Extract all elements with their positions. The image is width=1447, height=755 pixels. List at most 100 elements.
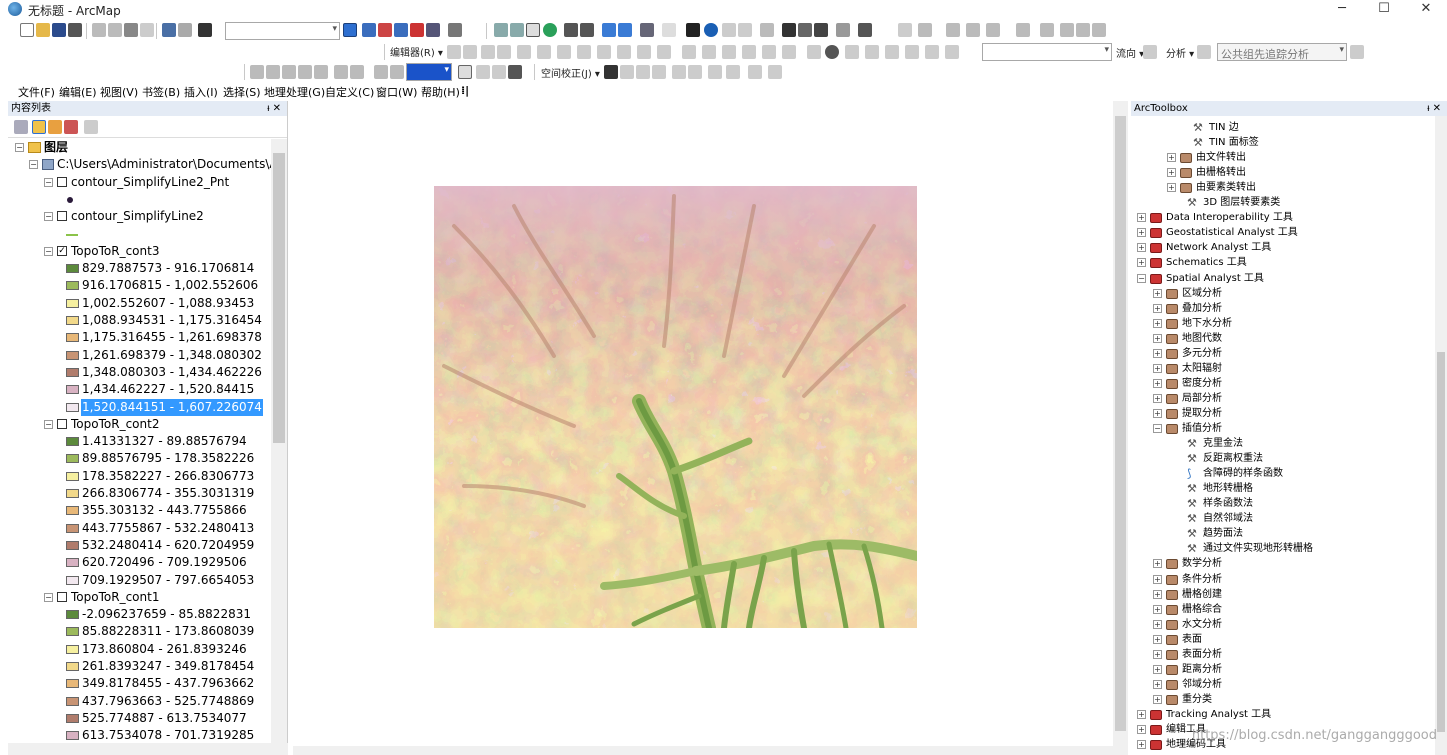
vertex-icon[interactable] bbox=[722, 45, 736, 59]
expand-toggle-icon[interactable]: + bbox=[1167, 183, 1176, 193]
trace-solver-icon[interactable] bbox=[1197, 45, 1211, 59]
layer-row[interactable]: − ✓ TopoToR_cont3 bbox=[8, 243, 268, 260]
fill-color-combo[interactable]: ▾ bbox=[406, 63, 452, 81]
new-limited-adjust-icon[interactable] bbox=[688, 65, 702, 79]
expand-toggle-icon[interactable]: + bbox=[1167, 153, 1176, 163]
toolbox-tree-item[interactable]: + 栅格创建 bbox=[1131, 587, 1431, 602]
expand-toggle-icon[interactable]: + bbox=[1153, 288, 1162, 298]
expand-toggle-icon[interactable]: + bbox=[1153, 559, 1162, 569]
menu-insert[interactable]: 插入(I) bbox=[184, 84, 218, 100]
georef-scale-icon[interactable] bbox=[966, 23, 980, 37]
time-slider-icon[interactable] bbox=[836, 23, 850, 37]
arctoolbox-window-icon[interactable] bbox=[378, 23, 392, 37]
clear-links-icon[interactable] bbox=[726, 65, 740, 79]
expand-toggle-icon[interactable]: + bbox=[1153, 604, 1162, 614]
map-scale-combo[interactable]: ▾ bbox=[225, 22, 340, 40]
expand-toggle-icon[interactable]: + bbox=[1137, 213, 1146, 223]
toolbox-tree-item[interactable]: − Spatial Analyst 工具 bbox=[1131, 271, 1431, 286]
model-builder-icon[interactable] bbox=[448, 23, 462, 37]
toolbox-tree-item[interactable]: + 重分类 bbox=[1131, 692, 1431, 707]
layer-visibility-checkbox[interactable] bbox=[57, 211, 67, 222]
collapse-toggle-icon[interactable]: − bbox=[44, 246, 53, 256]
forward-extent-icon[interactable] bbox=[618, 23, 632, 37]
toc-options-icon[interactable] bbox=[84, 120, 98, 134]
cut-icon[interactable] bbox=[92, 23, 106, 37]
toolbox-tree-item[interactable]: + Network Analyst 工具 bbox=[1131, 240, 1431, 255]
menu-view[interactable]: 视图(V) bbox=[100, 84, 138, 100]
toolbox-tree-item[interactable]: ⚒ 趋势面法 bbox=[1131, 526, 1431, 541]
find-icon[interactable] bbox=[782, 23, 796, 37]
expand-toggle-icon[interactable]: + bbox=[1153, 589, 1162, 599]
flow-arrow-icon[interactable] bbox=[1143, 45, 1157, 59]
toolbox-tree-item[interactable]: + Data Interoperability 工具 bbox=[1131, 210, 1431, 225]
georef-shift-icon[interactable] bbox=[946, 23, 960, 37]
network-barriers-icon[interactable] bbox=[885, 45, 899, 59]
delete-icon[interactable] bbox=[140, 23, 154, 37]
fixed-zoom-in-icon[interactable] bbox=[564, 23, 578, 37]
expand-toggle-icon[interactable]: + bbox=[1153, 664, 1162, 674]
geometric-network-combo[interactable]: ▾ bbox=[982, 43, 1112, 61]
toc-pin-close-icon[interactable]: ᵼ ✕ bbox=[267, 101, 281, 116]
draw-text-icon[interactable] bbox=[390, 65, 404, 79]
layer-visibility-checkbox[interactable] bbox=[57, 418, 67, 429]
expand-toggle-icon[interactable]: + bbox=[1167, 168, 1176, 178]
focus-dataframe-icon[interactable] bbox=[508, 65, 522, 79]
expand-toggle-icon[interactable]: + bbox=[1137, 709, 1146, 719]
clear-selection-icon[interactable] bbox=[662, 23, 676, 37]
expand-toggle-icon[interactable]: + bbox=[1153, 694, 1162, 704]
toolbox-tree-item[interactable]: + 太阳辐射 bbox=[1131, 361, 1431, 376]
close-button[interactable]: ✕ bbox=[1406, 0, 1446, 18]
select-elements-icon[interactable] bbox=[686, 23, 700, 37]
data-view-icon[interactable] bbox=[476, 65, 490, 79]
expand-toggle-icon[interactable]: + bbox=[1153, 574, 1162, 584]
back-extent-icon[interactable] bbox=[602, 23, 616, 37]
measure-icon[interactable] bbox=[760, 23, 774, 37]
layout-view-icon[interactable] bbox=[458, 65, 472, 79]
print-icon[interactable] bbox=[68, 23, 82, 37]
toolbox-tree-item[interactable]: − 插值分析 bbox=[1131, 421, 1431, 436]
toolbox-tree-item[interactable]: + 水文分析 bbox=[1131, 617, 1431, 632]
toolbox-tree-item[interactable]: + Geostatistical Analyst 工具 bbox=[1131, 225, 1431, 240]
expand-toggle-icon[interactable]: + bbox=[1137, 740, 1146, 750]
list-by-source-icon[interactable] bbox=[32, 120, 46, 134]
georef-auto-icon[interactable] bbox=[1040, 23, 1054, 37]
straight-segment-icon[interactable] bbox=[481, 45, 495, 59]
menu-edit[interactable]: 编辑(E) bbox=[59, 84, 97, 100]
pan-hand-icon[interactable] bbox=[526, 23, 540, 37]
expand-toggle-icon[interactable]: + bbox=[1153, 318, 1162, 328]
toolbox-tree-item[interactable]: + 栅格综合 bbox=[1131, 602, 1431, 617]
arctoolbox-pin-icon[interactable]: ᵼ ✕ bbox=[1427, 101, 1441, 116]
trace-task-combo[interactable]: 公共组先追踪分析 ▾ bbox=[1217, 43, 1347, 61]
expand-toggle-icon[interactable]: + bbox=[1153, 649, 1162, 659]
snapping-icon[interactable] bbox=[702, 45, 716, 59]
expand-toggle-icon[interactable]: + bbox=[1153, 363, 1162, 373]
reshape-icon[interactable] bbox=[537, 45, 551, 59]
expand-toggle-icon[interactable]: + bbox=[1153, 348, 1162, 358]
globe-icon[interactable] bbox=[825, 45, 839, 59]
new-identity-link-icon[interactable] bbox=[708, 65, 722, 79]
toolbox-tree-item[interactable]: + 地下水分析 bbox=[1131, 316, 1431, 331]
fixed-zoom-out-icon[interactable] bbox=[580, 23, 594, 37]
select-features-icon[interactable] bbox=[640, 23, 654, 37]
topology-icon[interactable] bbox=[682, 45, 696, 59]
adjust-icon[interactable] bbox=[768, 65, 782, 79]
map-vertical-scrollbar[interactable] bbox=[1113, 101, 1128, 746]
toolbox-tree-item[interactable]: ⚒ 反距离权重法 bbox=[1131, 451, 1431, 466]
georef-layer-icon[interactable] bbox=[898, 23, 912, 37]
georef-options-icon[interactable] bbox=[1076, 23, 1090, 37]
network-weights-icon[interactable] bbox=[905, 45, 919, 59]
menu-file[interactable]: 文件(F) bbox=[18, 84, 55, 100]
toolbox-tree-item[interactable]: + 局部分析 bbox=[1131, 391, 1431, 406]
georef-view-icon[interactable] bbox=[1092, 23, 1106, 37]
viewer-window-icon[interactable] bbox=[858, 23, 872, 37]
list-by-visibility-icon[interactable] bbox=[48, 120, 62, 134]
intersection-icon[interactable] bbox=[807, 45, 821, 59]
save-icon[interactable] bbox=[52, 23, 66, 37]
toolbox-tree-item[interactable]: + 区域分析 bbox=[1131, 286, 1431, 301]
full-extent-icon[interactable] bbox=[543, 23, 557, 37]
toolbox-tree-item[interactable]: + 表面分析 bbox=[1131, 647, 1431, 662]
network-clear-icon[interactable] bbox=[945, 45, 959, 59]
toolbox-tree-item[interactable]: ⚒ 地形转栅格 bbox=[1131, 481, 1431, 496]
menu-help[interactable]: 帮助(H) bbox=[421, 84, 460, 100]
layer-row[interactable]: − contour_SimplifyLine2 bbox=[8, 208, 268, 225]
